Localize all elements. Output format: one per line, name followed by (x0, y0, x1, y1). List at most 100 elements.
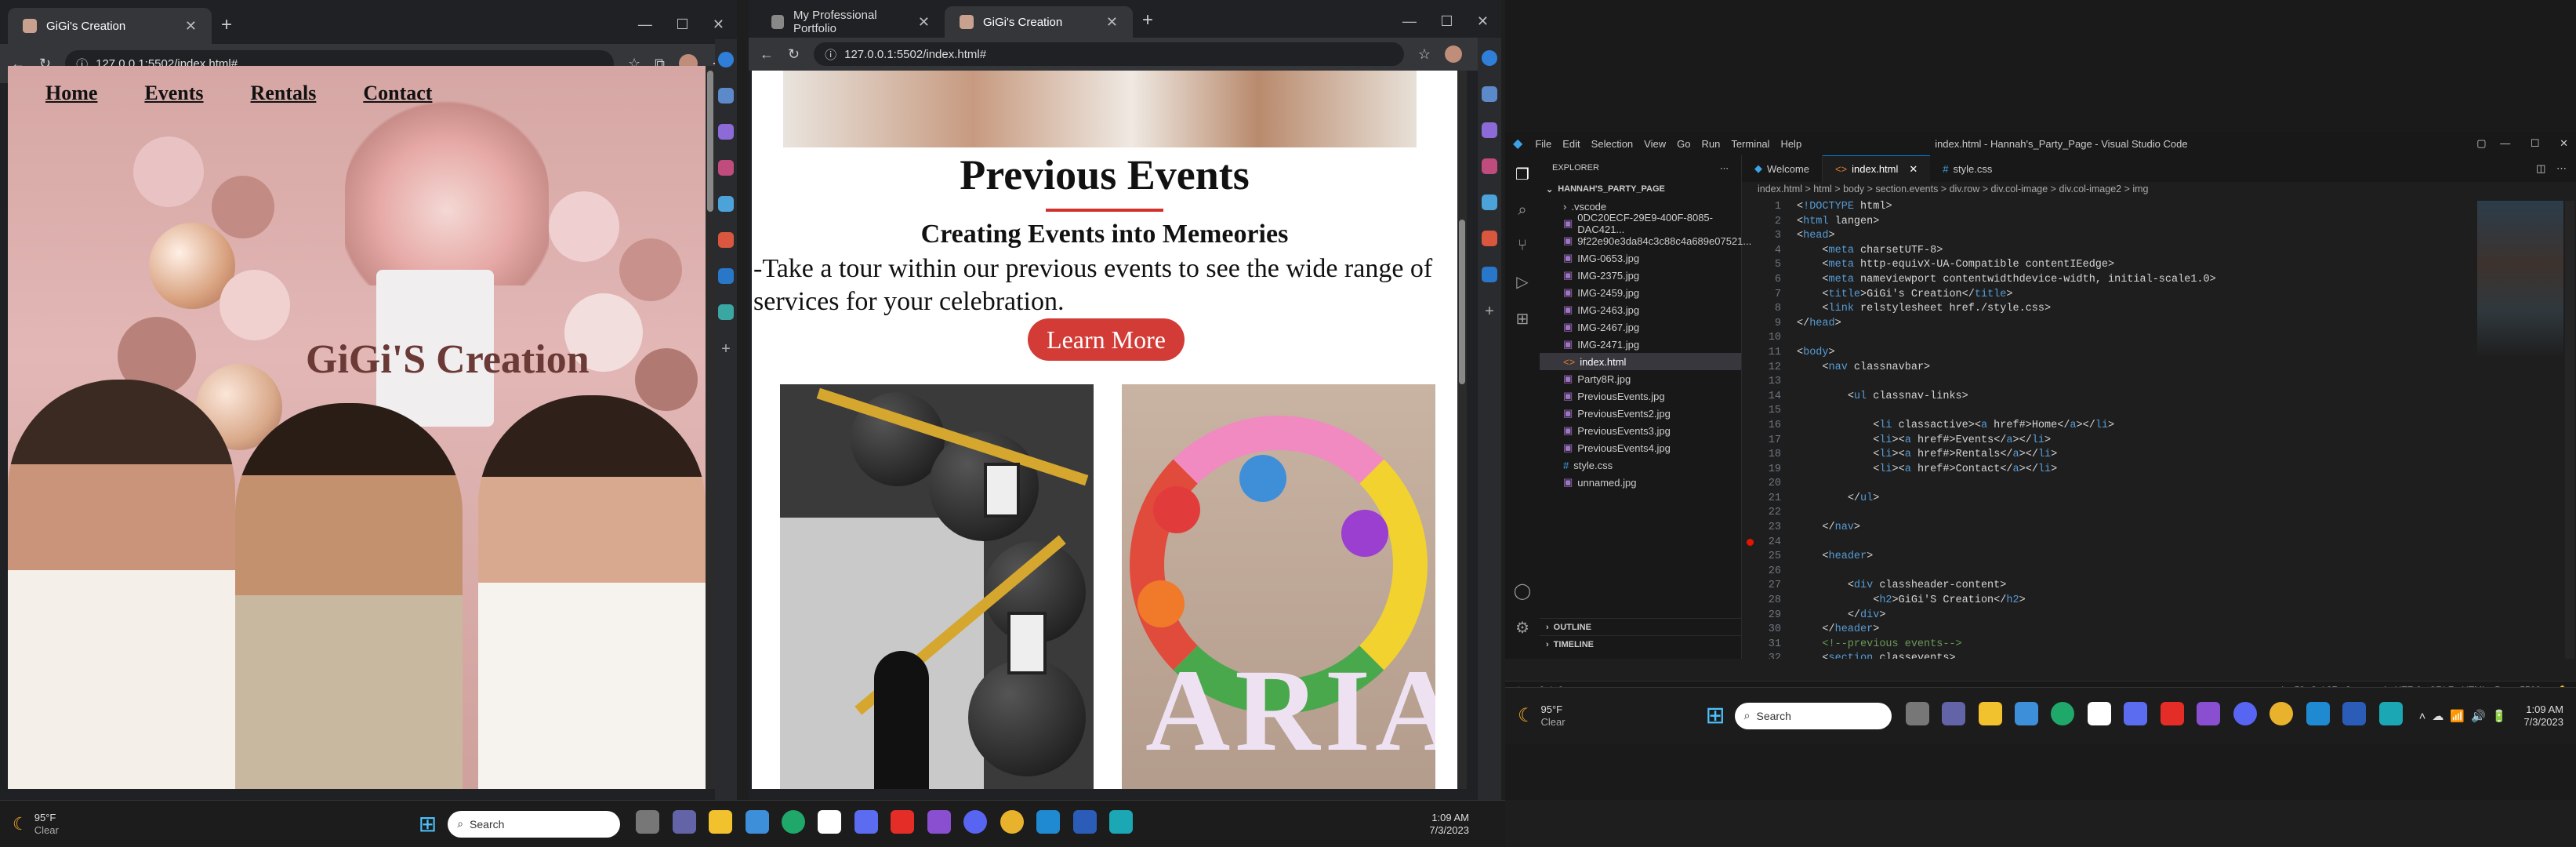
close-tab-icon[interactable]: ✕ (918, 14, 930, 31)
code-line[interactable]: 24 (1742, 536, 2447, 551)
tab-gigis-creation[interactable]: GiGi's Creation ✕ (8, 8, 212, 44)
code-line[interactable]: 3 <head> (1742, 230, 2447, 245)
weather-icon[interactable]: ☾ (13, 814, 28, 834)
explorer-icon[interactable]: ❐ (1515, 165, 1529, 184)
file-tree-item[interactable]: ▣ IMG-2375.jpg (1540, 267, 1741, 284)
learn-more-button[interactable]: Learn More (1028, 318, 1185, 361)
menu-selection[interactable]: Selection (1591, 138, 1633, 150)
minimize-icon[interactable]: — (638, 16, 652, 32)
code-line[interactable]: 26 (1742, 565, 2447, 580)
settings-icon[interactable] (2015, 702, 2039, 725)
media-icon[interactable] (2124, 702, 2148, 725)
file-tree-item[interactable]: ▣ IMG-0653.jpg (1540, 249, 1741, 267)
code-editor[interactable]: 1 <!DOCTYPE html> 2 <html langen> 3 <head> 4 <… (1742, 201, 2447, 659)
code-line[interactable]: 12 <nav classnavbar> (1742, 362, 2447, 376)
system-tray-icons[interactable]: ˄☁📶🔊🔋 (2419, 709, 2513, 723)
office-icon[interactable] (718, 232, 734, 248)
code-line[interactable]: 2 <html langen> (1742, 216, 2447, 231)
games-icon[interactable] (1482, 194, 1497, 210)
add-sidebar-icon[interactable]: + (721, 340, 731, 358)
amazon-icon[interactable] (818, 810, 842, 834)
code-line[interactable]: 4 <meta charsetUTF-8> (1742, 245, 2447, 260)
scrollbar-2[interactable] (1457, 71, 1467, 789)
more-actions-icon[interactable]: ⋯ (2556, 162, 2567, 174)
tools-icon[interactable] (718, 160, 734, 176)
tab-index-html[interactable]: <> index.html ✕ (1822, 155, 1931, 182)
code-line[interactable]: 27 <div classheader-content> (1742, 580, 2447, 594)
file-tree-item[interactable]: ▣ IMG-2463.jpg (1540, 301, 1741, 318)
discord-icon[interactable] (963, 810, 988, 834)
extensions-icon[interactable]: ⊞ (1516, 309, 1529, 329)
search-sidebar-icon[interactable] (718, 88, 734, 104)
calculator-icon[interactable] (1109, 810, 1134, 834)
code-line[interactable]: 13 (1742, 376, 2447, 391)
file-tree-item[interactable]: ▣ 0DC20ECF-29E9-400F-8085-DAC421... (1540, 212, 1741, 235)
code-line[interactable]: 31 <!--previous events--> (1742, 638, 2447, 653)
nav-events-link[interactable]: Events (144, 82, 203, 105)
discord-icon[interactable] (2233, 702, 2257, 725)
search-sidebar-icon[interactable] (1482, 86, 1497, 102)
bing-icon[interactable] (1482, 50, 1497, 66)
teams-icon[interactable] (672, 810, 696, 834)
menu-run[interactable]: Run (1701, 138, 1720, 150)
code-line[interactable]: 29 </div> (1742, 609, 2447, 624)
file-tree-item[interactable]: <> index.html (1540, 353, 1741, 370)
code-line[interactable]: 1 <!DOCTYPE html> (1742, 201, 2447, 216)
code-line[interactable]: 11 <body> (1742, 347, 2447, 362)
menu-go[interactable]: Go (1677, 138, 1690, 150)
clock-time[interactable]: 1:09 AM (2523, 703, 2563, 716)
code-line[interactable]: 23 </nav> (1742, 522, 2447, 536)
chrome-icon[interactable] (2269, 702, 2294, 725)
add-sidebar-icon[interactable]: + (1485, 303, 1494, 321)
manage-gear-icon[interactable]: ⚙ (1515, 618, 1529, 638)
file-tree-item[interactable]: ▣ PreviousEvents3.jpg (1540, 422, 1741, 439)
start-icon[interactable]: ⊞ (1706, 702, 1725, 729)
url-field-2[interactable]: ⓘ 127.0.0.1:5502/index.html# (814, 42, 1404, 66)
chrome-icon[interactable] (1000, 810, 1024, 834)
project-root[interactable]: ⌄ HANNAH'S_PARTY_PAGE (1540, 180, 1741, 198)
back-icon[interactable]: ← (760, 46, 774, 63)
task-view-icon[interactable] (636, 810, 660, 834)
code-line[interactable]: 16 <li classactive><a href#>Home</a></li… (1742, 420, 2447, 434)
breakpoint-marker[interactable] (1747, 539, 1754, 546)
timeline-section[interactable]: › TIMELINE (1540, 635, 1742, 653)
youtube-icon[interactable] (2160, 702, 2184, 725)
menu-file[interactable]: File (1535, 138, 1551, 150)
code-line[interactable]: 28 <h2>GiGi'S Creation</h2> (1742, 594, 2447, 609)
split-editor-icon[interactable]: ◫ (2536, 162, 2545, 174)
tab-welcome[interactable]: ◆ Welcome (1742, 155, 1823, 182)
bing-icon[interactable] (718, 52, 734, 67)
code-line[interactable]: 21 </ul> (1742, 493, 2447, 507)
maximize-icon[interactable]: ☐ (676, 16, 688, 32)
word-icon[interactable] (1072, 810, 1097, 834)
task-view-icon[interactable] (1905, 702, 1929, 725)
new-tab-icon[interactable]: + (221, 14, 232, 36)
code-line[interactable]: 19 <li><a href#>Contact</a></li> (1742, 463, 2447, 478)
scrollbar[interactable] (706, 66, 715, 789)
code-line[interactable]: 18 <li><a href#>Rentals</a></li> (1742, 449, 2447, 463)
code-line[interactable]: 15 (1742, 405, 2447, 420)
source-control-icon[interactable]: ⑂ (1518, 237, 1527, 255)
clock-date[interactable]: 7/3/2023 (2523, 716, 2563, 729)
tab-portfolio[interactable]: My Professional Portfolio ✕ (756, 6, 945, 38)
outline-section[interactable]: › OUTLINE (1540, 618, 1742, 635)
visual-studio-icon[interactable] (2197, 702, 2221, 725)
minimize-icon[interactable]: — (2500, 137, 2510, 149)
outlook-icon[interactable] (1482, 267, 1497, 282)
menu-edit[interactable]: Edit (1562, 138, 1580, 150)
shopping-icon[interactable] (1482, 122, 1497, 138)
menu-view[interactable]: View (1644, 138, 1666, 150)
word-icon[interactable] (2342, 702, 2367, 725)
menu-terminal[interactable]: Terminal (1731, 138, 1769, 150)
file-explorer-icon[interactable] (1978, 702, 2002, 725)
file-tree-item[interactable]: ▣ 9f22e90e3da84c3c88c4a689e07521... (1540, 232, 1751, 249)
search-icon[interactable]: ⌕ (1518, 202, 1526, 220)
run-debug-icon[interactable]: ▷ (1516, 272, 1528, 292)
shopping-icon[interactable] (718, 124, 734, 140)
teams-icon[interactable] (1942, 702, 1966, 725)
edge-icon[interactable] (782, 810, 806, 834)
file-explorer-icon[interactable] (709, 810, 733, 834)
maximize-icon[interactable]: ☐ (1440, 13, 1453, 29)
tab-style-css[interactable]: # style.css (1930, 155, 2005, 182)
edge-icon[interactable] (2051, 702, 2075, 725)
